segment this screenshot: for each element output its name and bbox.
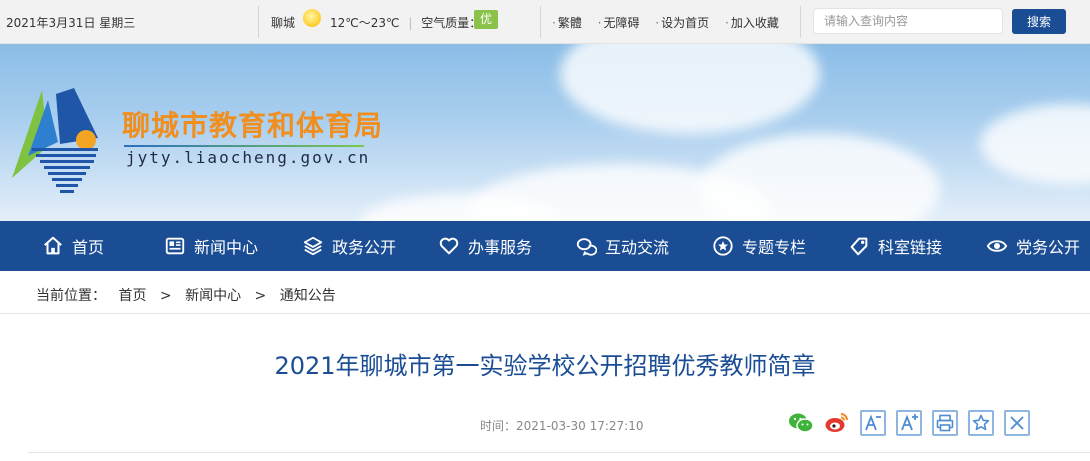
news-icon bbox=[165, 237, 185, 255]
search-button[interactable]: 搜索 bbox=[1012, 9, 1066, 34]
main-nav: 首页 新闻中心 政务公开 办事服务 互动交流 专题专栏 科室链接 党务公开 bbox=[0, 221, 1090, 271]
add-favorite-link[interactable]: 加入收藏 bbox=[725, 16, 779, 30]
publish-time-value: 2021-03-30 17:27:10 bbox=[516, 419, 644, 433]
layers-icon bbox=[303, 236, 323, 256]
nav-label: 政务公开 bbox=[332, 238, 397, 257]
favorite-icon[interactable] bbox=[968, 410, 994, 436]
nav-item-dept-links[interactable]: 科室链接 bbox=[848, 221, 942, 271]
close-icon[interactable] bbox=[1004, 410, 1030, 436]
traditional-chinese-link[interactable]: 繁體 bbox=[552, 16, 582, 30]
site-banner: 聊城市教育和体育局 jyty.liaocheng.gov.cn bbox=[0, 44, 1090, 221]
breadcrumb-news[interactable]: 新闻中心 bbox=[185, 288, 241, 304]
bureau-logo bbox=[12, 88, 98, 193]
set-homepage-link[interactable]: 设为首页 bbox=[655, 16, 709, 30]
nav-label: 党务公开 bbox=[1016, 238, 1081, 257]
nav-item-party-affairs[interactable]: 党务公开 bbox=[986, 221, 1080, 271]
publish-time: 时间：2021-03-30 17:27:10 bbox=[480, 417, 643, 434]
heart-icon bbox=[439, 237, 459, 255]
divider bbox=[258, 6, 259, 38]
nav-label: 专题专栏 bbox=[742, 238, 807, 257]
current-date: 2021年3月31日 星期三 bbox=[6, 16, 136, 30]
air-quality-badge: 优 bbox=[474, 10, 498, 29]
breadcrumb-separator: > bbox=[159, 288, 172, 304]
breadcrumb-notices[interactable]: 通知公告 bbox=[280, 288, 336, 304]
eye-icon bbox=[986, 240, 1008, 252]
nav-item-interaction[interactable]: 互动交流 bbox=[575, 221, 669, 271]
breadcrumb: 当前位置： 首页 > 新闻中心 > 通知公告 bbox=[36, 285, 336, 305]
cloud bbox=[980, 104, 1090, 184]
nav-label: 科室链接 bbox=[878, 238, 943, 257]
top-links: 繁體 无障碍 设为首页 加入收藏 bbox=[552, 14, 791, 31]
temperature-value: 12℃～23℃ bbox=[330, 16, 400, 30]
divider bbox=[800, 6, 801, 38]
air-quality-label: 空气质量： bbox=[421, 16, 482, 30]
breadcrumb-separator: > bbox=[254, 288, 267, 304]
home-icon bbox=[44, 236, 62, 255]
nav-item-home[interactable]: 首页 bbox=[42, 221, 104, 271]
chat-icon bbox=[576, 238, 597, 256]
font-decrease-icon[interactable] bbox=[860, 410, 886, 436]
star-icon bbox=[713, 236, 733, 256]
breadcrumb-label: 当前位置： bbox=[36, 288, 106, 304]
nav-label: 互动交流 bbox=[605, 238, 670, 257]
cloud bbox=[700, 134, 940, 221]
site-url: jyty.liaocheng.gov.cn bbox=[126, 148, 371, 167]
nav-item-services[interactable]: 办事服务 bbox=[438, 221, 532, 271]
search-input[interactable] bbox=[813, 8, 1003, 34]
wechat-share-icon[interactable] bbox=[788, 410, 814, 436]
sun-icon bbox=[303, 9, 321, 27]
nav-label: 办事服务 bbox=[468, 238, 533, 257]
url-underline bbox=[124, 145, 364, 147]
breadcrumb-home[interactable]: 首页 bbox=[118, 288, 146, 304]
divider bbox=[28, 452, 1090, 453]
tag-icon bbox=[850, 237, 868, 256]
cloud bbox=[560, 44, 820, 134]
print-icon[interactable] bbox=[932, 410, 958, 436]
weather-city: 聊城 bbox=[271, 16, 296, 30]
divider bbox=[540, 6, 541, 38]
nav-label: 首页 bbox=[72, 238, 105, 257]
weibo-share-icon[interactable] bbox=[824, 410, 850, 436]
font-increase-icon[interactable] bbox=[896, 410, 922, 436]
nav-item-topics[interactable]: 专题专栏 bbox=[712, 221, 806, 271]
nav-item-gov-affairs[interactable]: 政务公开 bbox=[302, 221, 396, 271]
weather-temperature: 12℃～23℃ | 空气质量： bbox=[330, 16, 482, 30]
divider bbox=[0, 313, 1090, 314]
nav-item-news[interactable]: 新闻中心 bbox=[164, 221, 258, 271]
site-name: 聊城市教育和体育局 bbox=[122, 109, 384, 142]
article-title: 2021年聊城市第一实验学校公开招聘优秀教师简章 bbox=[274, 352, 816, 380]
publish-time-label: 时间： bbox=[480, 419, 517, 433]
accessibility-link[interactable]: 无障碍 bbox=[598, 16, 640, 30]
top-bar: 2021年3月31日 星期三 聊城 12℃～23℃ | 空气质量： 优 繁體 无… bbox=[0, 0, 1090, 44]
nav-label: 新闻中心 bbox=[194, 238, 259, 257]
